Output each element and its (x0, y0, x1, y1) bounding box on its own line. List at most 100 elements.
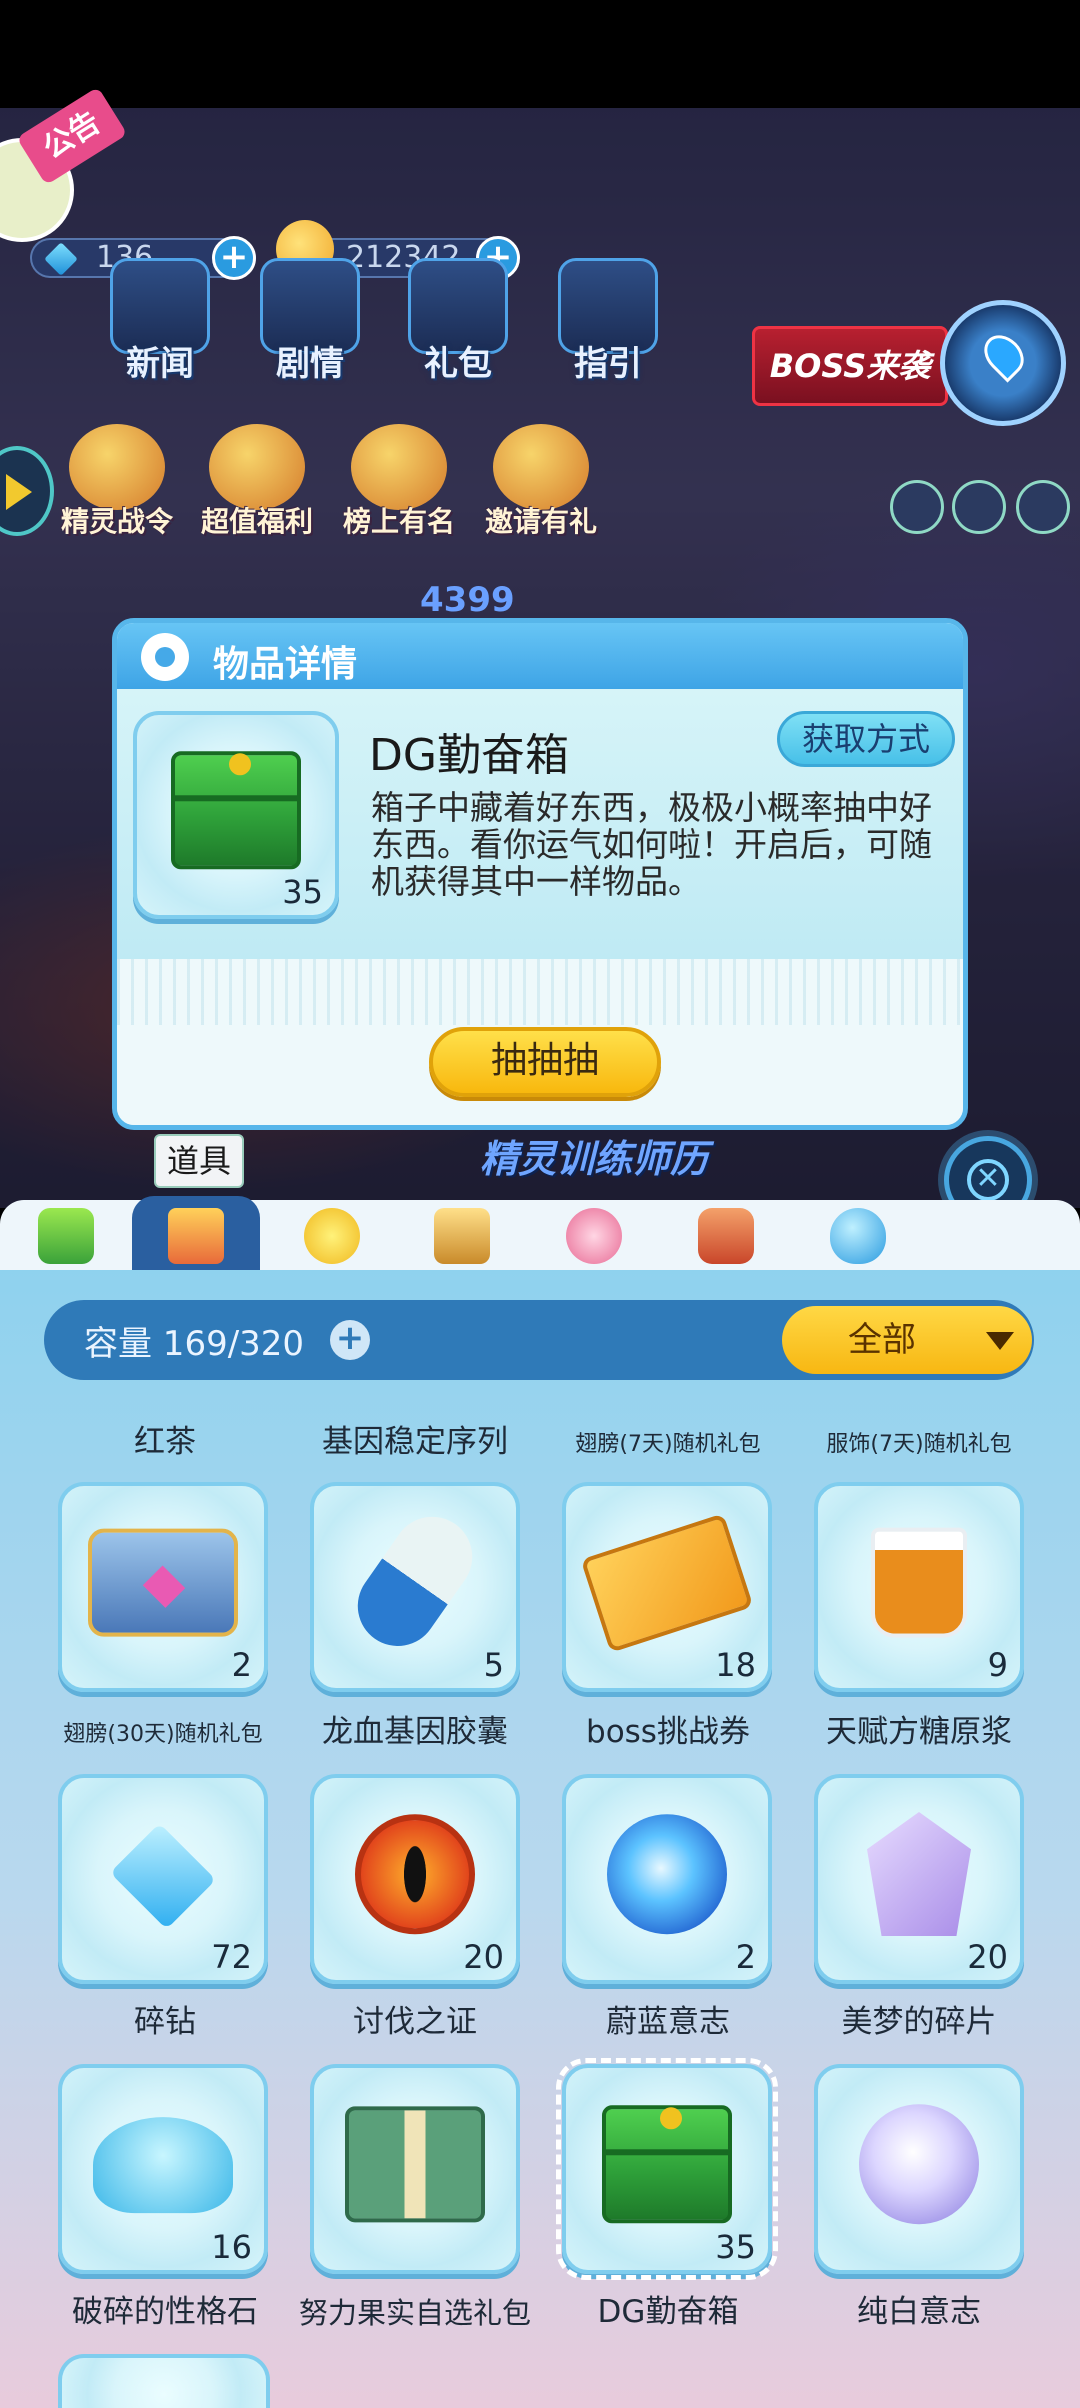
item-name-label: 红茶 (134, 1424, 196, 1460)
item-name-label: 服饰(7天)随机礼包 (826, 1432, 1012, 1457)
item-name-label: 讨伐之证 (353, 2004, 477, 2040)
value-welfare-button[interactable]: 超值福利 (182, 424, 332, 540)
pet-face-icon[interactable] (952, 480, 1006, 534)
capacity-label: 容量 169/320 (84, 1324, 305, 1364)
map-pin-icon (976, 327, 1032, 383)
item-count: 35 (715, 2228, 756, 2266)
news-button[interactable]: 新闻 (100, 258, 220, 385)
guide-label: 指引 (574, 344, 642, 384)
gift-pack-button[interactable]: 礼包 (398, 258, 518, 385)
bag-item-card[interactable] (310, 2064, 520, 2274)
trophy-icon (434, 1208, 490, 1264)
bag-item-card[interactable]: 2 (562, 1774, 772, 1984)
green-box-icon (171, 751, 301, 870)
draw-button[interactable]: 抽抽抽 (429, 1027, 661, 1097)
broken-stone-icon (93, 2117, 233, 2214)
diamond-shard-icon (109, 1823, 217, 1930)
item-count: 20 (463, 1938, 504, 1976)
item-name-label: 纯白意志 (857, 2294, 981, 2330)
treasure-chest-icon (88, 1528, 238, 1637)
battle-pass-icon (69, 424, 165, 510)
trainer-title-text: 精灵训练师历 (480, 1137, 709, 1181)
expand-capacity-button[interactable]: + (330, 1320, 370, 1360)
item-name-label: 翅膀(7天)随机礼包 (575, 1432, 761, 1457)
trophy-cup-icon (351, 424, 447, 510)
play-icon (6, 474, 32, 510)
item-name-label: 蔚蓝意志 (606, 2004, 730, 2040)
invite-envelope-icon (493, 424, 589, 510)
bag-item-card[interactable]: 72 (58, 1774, 268, 1984)
bag-item-card[interactable]: 18 (562, 1482, 772, 1692)
bag-item-card[interactable]: 5 (310, 1482, 520, 1692)
item-count: 20 (967, 1938, 1008, 1976)
filter-label: 全部 (848, 1320, 916, 1360)
chevron-down-icon (986, 1332, 1014, 1350)
tab-trophy[interactable] (426, 1200, 498, 1272)
bag-item-card[interactable]: 2 (58, 1482, 268, 1692)
bag-item-card[interactable]: 9 (814, 1482, 1024, 1692)
invite-label: 邀请有礼 (484, 505, 597, 538)
tab-accessory[interactable] (296, 1200, 368, 1272)
gear-icon (141, 633, 189, 681)
item-name-label: boss挑战券 (586, 1714, 750, 1750)
battle-pass-button[interactable]: 精灵战令 (42, 424, 192, 540)
item-name-label: 龙血基因胶囊 (322, 1714, 508, 1750)
tab-energy[interactable] (30, 1200, 102, 1272)
value-welfare-label: 超值福利 (200, 505, 313, 538)
item-name-label: DG勤奋箱 (597, 2294, 739, 2330)
bag-item-card[interactable]: 20 (814, 1774, 1024, 1984)
story-label: 剧情 (276, 344, 344, 384)
popup-title: 物品详情 (213, 644, 358, 685)
item-name-label: 努力果实自选礼包 (298, 2296, 531, 2330)
star-accessory-icon (304, 1208, 360, 1264)
mute-icon[interactable] (890, 480, 944, 534)
bag-item-card[interactable]: 16 (58, 2064, 268, 2274)
dress-icon (566, 1208, 622, 1264)
tab-toy[interactable] (690, 1200, 762, 1272)
leaderboard-label: 榜上有名 (342, 505, 455, 538)
popup-header: 物品详情 (117, 623, 963, 689)
filter-dropdown[interactable]: 全部 (782, 1306, 1032, 1374)
leaderboard-button[interactable]: 榜上有名 (324, 424, 474, 540)
gift-pack-label: 礼包 (424, 344, 492, 384)
dream-crystal-icon (867, 1812, 971, 1937)
close-x-icon: ✕ (967, 1159, 1009, 1201)
battle-pass-label: 精灵战令 (60, 505, 173, 538)
tab-items[interactable] (160, 1200, 232, 1272)
tab-costume[interactable] (558, 1200, 630, 1272)
invite-button[interactable]: 邀请有礼 (466, 424, 616, 540)
welfare-gift-icon (209, 424, 305, 510)
egg-icon (830, 1208, 886, 1264)
item-count: 9 (987, 1646, 1008, 1684)
tab-egg[interactable] (822, 1200, 894, 1272)
detail-item-count: 35 (282, 873, 323, 911)
bag-item-card-partial[interactable] (58, 2354, 270, 2408)
guide-button[interactable]: 指引 (548, 258, 668, 385)
item-count: 2 (231, 1646, 252, 1684)
item-count: 2 (735, 1938, 756, 1976)
bag-item-card-selected[interactable]: 35 (556, 2058, 778, 2280)
dragon-eye-icon (355, 1814, 475, 1935)
item-count: 18 (715, 1646, 756, 1684)
azure-orb-icon (607, 1814, 727, 1935)
items-bag-icon (168, 1208, 224, 1264)
challenge-ticket-icon (580, 1513, 754, 1653)
bag-item-card[interactable] (814, 2064, 1024, 2274)
news-label: 新闻 (126, 344, 194, 384)
item-name-label: 破碎的性格石 (72, 2294, 258, 2330)
item-name-label: 天赋方糖原浆 (826, 1714, 1012, 1750)
get-method-button[interactable]: 获取方式 (777, 711, 955, 767)
tab-tooltip: 道具 (154, 1134, 244, 1188)
story-button[interactable]: 剧情 (250, 258, 370, 385)
item-name-label: 碎钻 (134, 2004, 196, 2040)
gift-box-icon (345, 2106, 485, 2223)
item-count: 72 (211, 1938, 252, 1976)
menu-toggle-icon[interactable] (1016, 480, 1070, 534)
white-orb-icon (859, 2104, 979, 2225)
boss-event-banner[interactable]: BOSS来袭 (752, 326, 948, 406)
detail-item-name: DG勤奋箱 (369, 730, 569, 781)
detail-item-description: 箱子中藏着好东西，极极小概率抽中好东西。看你运气如何啦！开启后，可随机获得其中一… (371, 788, 932, 901)
energy-battery-icon (38, 1208, 94, 1264)
map-button[interactable] (940, 300, 1066, 426)
bag-item-card[interactable]: 20 (310, 1774, 520, 1984)
